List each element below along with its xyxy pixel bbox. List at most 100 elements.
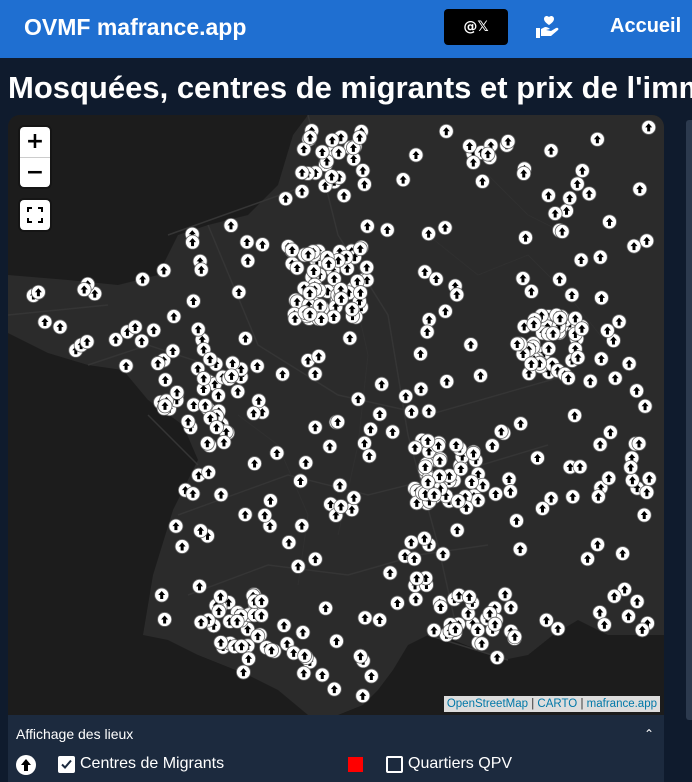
- marker-pin[interactable]: [574, 163, 590, 178]
- marker-pin[interactable]: [473, 368, 488, 383]
- marker-pin[interactable]: [501, 471, 517, 487]
- marker-pin[interactable]: [251, 393, 267, 409]
- marker-pin[interactable]: [154, 587, 170, 603]
- marker-pin[interactable]: [489, 650, 505, 665]
- marker-pin[interactable]: [419, 324, 435, 340]
- marker-pin[interactable]: [464, 474, 480, 490]
- marker-pin[interactable]: [602, 214, 617, 230]
- marker-pin[interactable]: [641, 471, 657, 487]
- marker-pin[interactable]: [541, 187, 556, 203]
- marker-pin[interactable]: [209, 420, 224, 435]
- marker-pin[interactable]: [372, 612, 388, 628]
- marker-pin[interactable]: [211, 603, 227, 619]
- marker-pin[interactable]: [314, 667, 330, 683]
- marker-pin[interactable]: [629, 383, 645, 399]
- marker-pin[interactable]: [601, 470, 617, 486]
- marker-pin[interactable]: [513, 416, 529, 432]
- marker-pin[interactable]: [361, 448, 377, 464]
- marker-pin[interactable]: [298, 455, 314, 471]
- marker-pin[interactable]: [157, 612, 173, 627]
- marker-pin[interactable]: [290, 559, 306, 574]
- marker-pin[interactable]: [572, 459, 588, 475]
- marker-pin[interactable]: [201, 464, 217, 480]
- marker-pin[interactable]: [439, 374, 455, 389]
- map-container[interactable]: + − OpenStreetMap | CARTO | mafrance.app: [8, 115, 664, 715]
- marker-pin[interactable]: [168, 518, 184, 534]
- marker-pin[interactable]: [625, 472, 640, 488]
- marker-pin[interactable]: [240, 253, 256, 269]
- marker-pin[interactable]: [639, 233, 655, 249]
- marker-pin[interactable]: [156, 262, 172, 278]
- marker-pin[interactable]: [554, 224, 570, 239]
- marker-pin[interactable]: [306, 263, 322, 279]
- marker-pin[interactable]: [639, 484, 655, 500]
- marker-pin[interactable]: [333, 499, 349, 514]
- marker-pin[interactable]: [357, 435, 372, 451]
- marker-pin[interactable]: [562, 190, 578, 206]
- marker-pin[interactable]: [461, 589, 477, 605]
- marker-pin[interactable]: [190, 321, 206, 337]
- brand-logo-text[interactable]: OVMF mafrance.app: [24, 14, 246, 41]
- marker-pin[interactable]: [197, 398, 213, 413]
- marker-pin[interactable]: [417, 459, 433, 475]
- marker-pin[interactable]: [352, 130, 368, 145]
- migrant-centres-label[interactable]: Centres de Migrants: [80, 755, 224, 773]
- marker-pin[interactable]: [307, 551, 323, 567]
- marker-pin[interactable]: [543, 143, 559, 159]
- marker-pin[interactable]: [330, 414, 346, 430]
- marker-pin[interactable]: [541, 341, 557, 357]
- marker-pin[interactable]: [311, 348, 327, 364]
- marker-pin[interactable]: [634, 622, 650, 638]
- marker-pin[interactable]: [403, 534, 419, 550]
- marker-pin[interactable]: [507, 629, 523, 645]
- marker-pin[interactable]: [426, 487, 442, 503]
- marker-pin[interactable]: [433, 599, 449, 615]
- marker-pin[interactable]: [592, 249, 608, 265]
- marker-pin[interactable]: [488, 486, 504, 502]
- marker-pin[interactable]: [329, 633, 344, 649]
- marker-pin[interactable]: [278, 191, 294, 207]
- marker-pin[interactable]: [545, 326, 561, 341]
- marker-pin[interactable]: [230, 384, 246, 399]
- marker-pin[interactable]: [428, 271, 444, 287]
- marker-pin[interactable]: [413, 346, 428, 362]
- marker-pin[interactable]: [596, 617, 612, 633]
- marker-pin[interactable]: [192, 578, 207, 594]
- marker-pin[interactable]: [462, 138, 478, 154]
- marker-pin[interactable]: [552, 271, 568, 287]
- marker-pin[interactable]: [331, 145, 347, 161]
- marker-pin[interactable]: [275, 366, 290, 382]
- marker-pin[interactable]: [526, 316, 542, 332]
- marker-pin[interactable]: [264, 642, 279, 658]
- marker-pin[interactable]: [246, 405, 262, 421]
- marker-pin[interactable]: [357, 176, 372, 192]
- marker-pin[interactable]: [196, 371, 212, 386]
- marker-pin[interactable]: [449, 522, 465, 538]
- marker-pin[interactable]: [236, 664, 251, 680]
- marker-pin[interactable]: [409, 570, 425, 586]
- marker-pin[interactable]: [550, 621, 566, 637]
- chevron-up-icon[interactable]: ⌃: [644, 727, 654, 741]
- marker-pin[interactable]: [342, 330, 358, 346]
- marker-pin[interactable]: [408, 147, 424, 163]
- marker-pin[interactable]: [257, 507, 273, 523]
- marker-pin[interactable]: [593, 351, 609, 367]
- osm-attribution-link[interactable]: OpenStreetMap: [447, 698, 528, 710]
- marker-pin[interactable]: [466, 445, 481, 461]
- marker-pin[interactable]: [589, 131, 605, 147]
- marker-pin[interactable]: [449, 287, 465, 303]
- marker-pin[interactable]: [134, 333, 150, 349]
- marker-pin[interactable]: [30, 284, 46, 300]
- marker-pin[interactable]: [127, 319, 143, 335]
- marker-pin[interactable]: [223, 218, 239, 233]
- marker-pin[interactable]: [621, 356, 637, 372]
- qpv-checkbox[interactable]: [386, 756, 403, 773]
- marker-pin[interactable]: [487, 616, 503, 632]
- marker-pin[interactable]: [322, 439, 338, 454]
- marker-pin[interactable]: [297, 648, 313, 664]
- marker-pin[interactable]: [509, 336, 525, 352]
- marker-pin[interactable]: [448, 437, 464, 453]
- marker-pin[interactable]: [238, 331, 253, 346]
- marker-pin[interactable]: [565, 489, 581, 505]
- marker-pin[interactable]: [539, 612, 554, 628]
